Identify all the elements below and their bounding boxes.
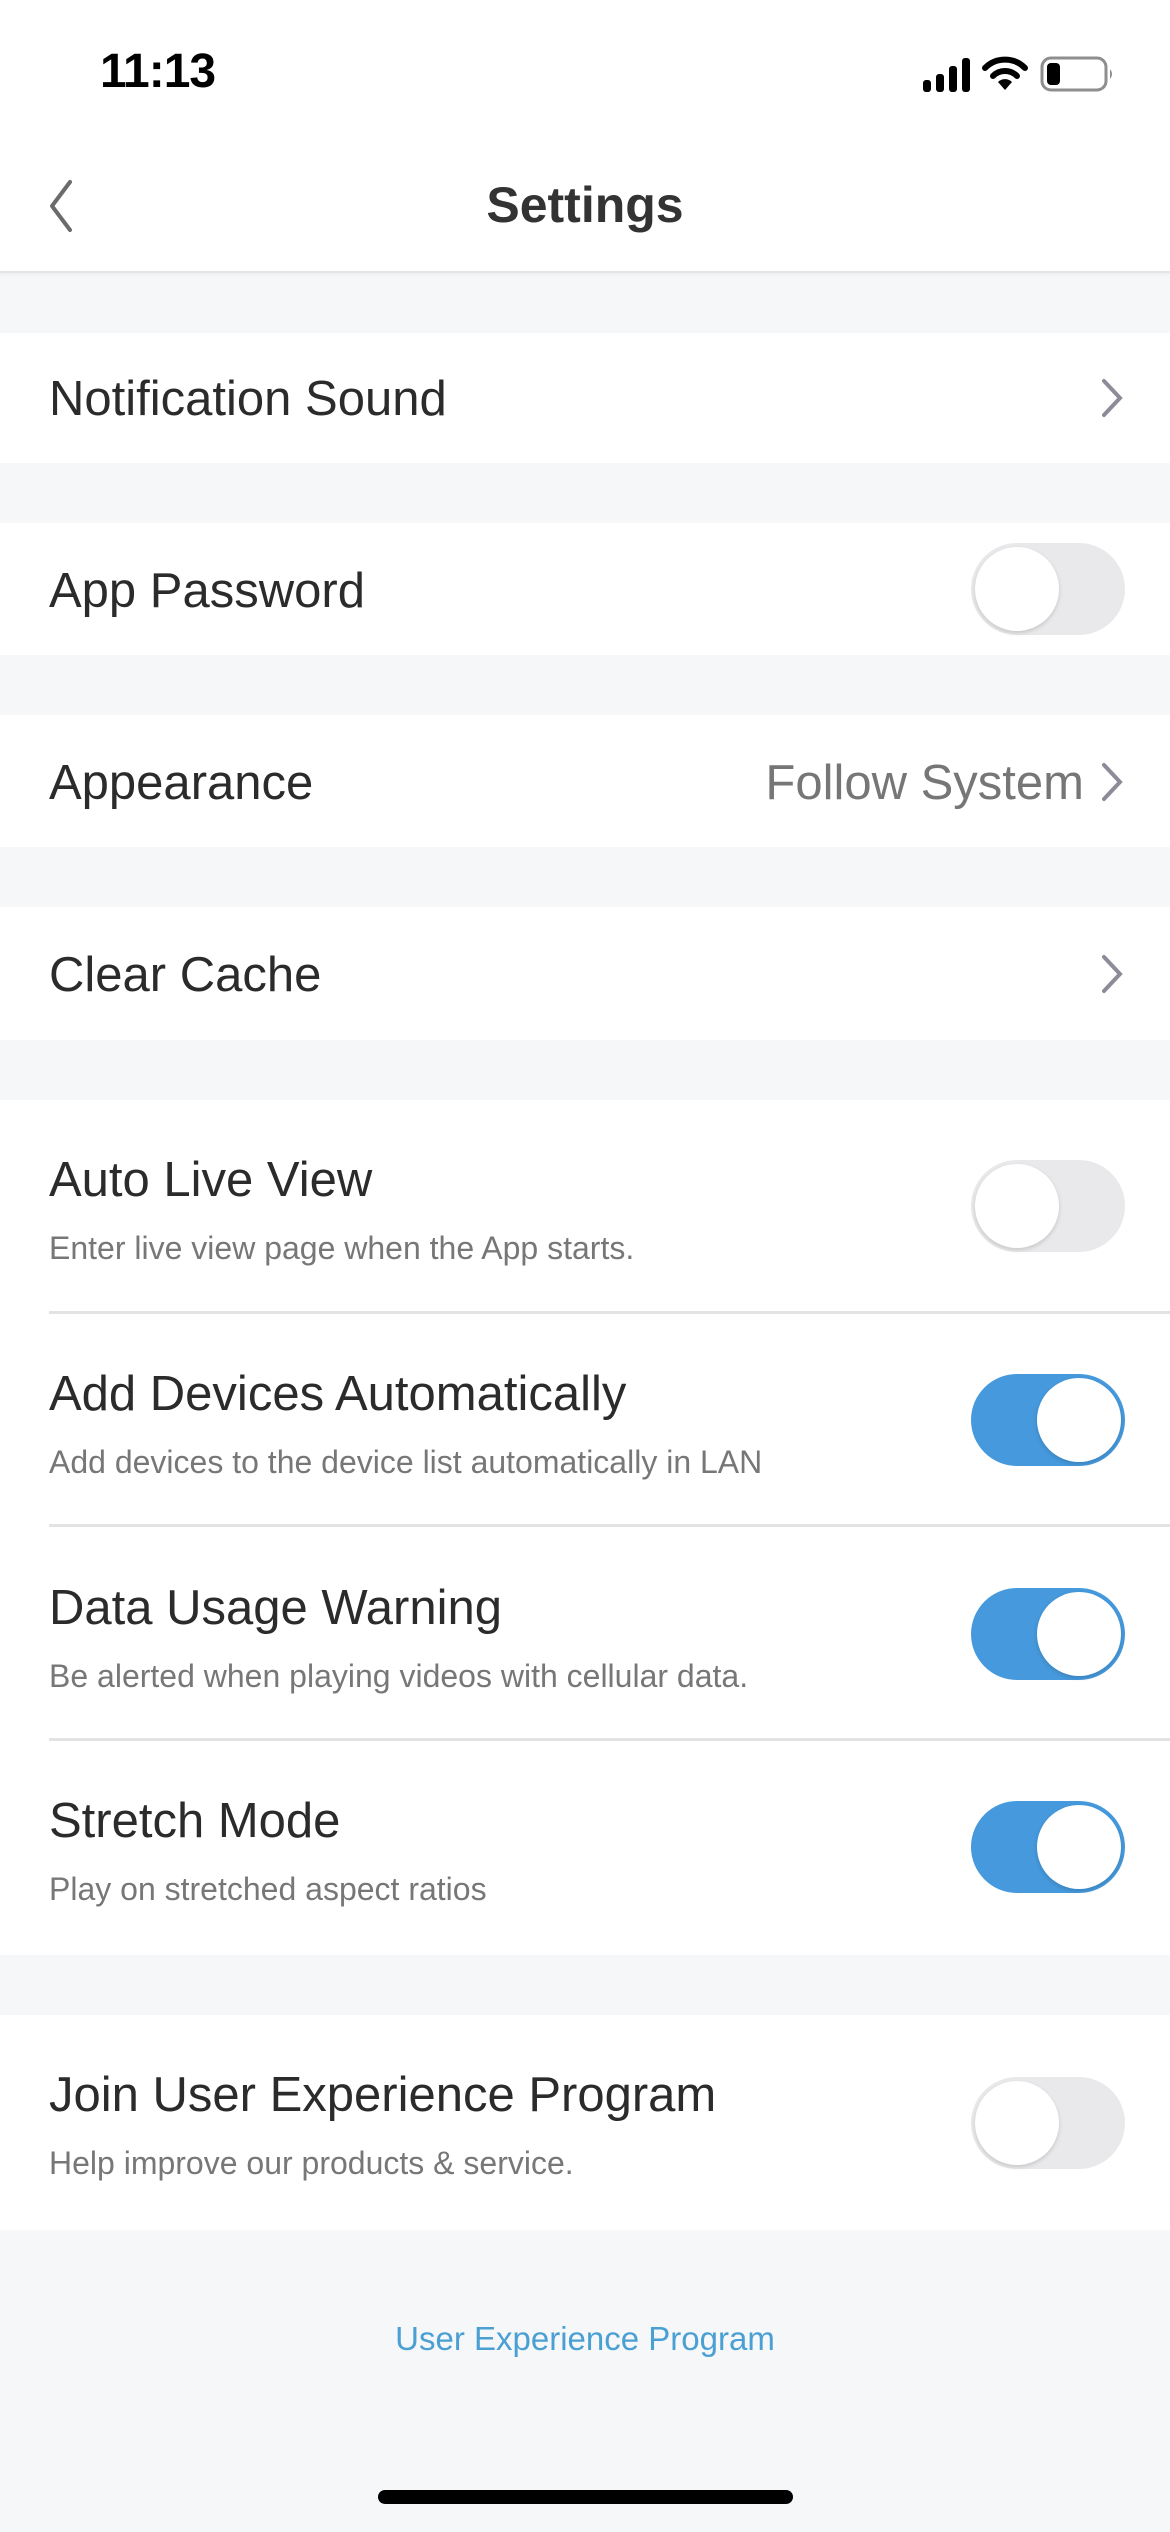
chevron-right-icon xyxy=(1102,763,1123,801)
app-password-toggle[interactable] xyxy=(971,543,1125,635)
row-label: App Password xyxy=(49,564,365,618)
toggle-knob xyxy=(975,547,1059,631)
settings-group-features: Auto Live View Enter live view page when… xyxy=(0,1100,1170,1955)
add-devices-automatically-toggle[interactable] xyxy=(971,1374,1125,1466)
chevron-right-icon xyxy=(1102,955,1123,993)
join-user-experience-program-toggle[interactable] xyxy=(971,2077,1125,2169)
chevron-right-icon xyxy=(1102,379,1123,417)
row-label: Data Usage Warning xyxy=(49,1581,503,1635)
nav-bar: Settings xyxy=(0,140,1170,273)
stretch-mode-toggle[interactable] xyxy=(971,1801,1125,1893)
setting-row-app-password: App Password xyxy=(0,523,1170,655)
row-label: Join User Experience Program xyxy=(49,2068,717,2122)
page-title: Settings xyxy=(486,177,684,233)
toggle-knob xyxy=(975,1164,1059,1248)
setting-row-clear-cache[interactable]: Clear Cache xyxy=(0,907,1170,1040)
home-indicator[interactable] xyxy=(378,2490,793,2504)
row-subtitle: Add devices to the device list automatic… xyxy=(49,1444,763,1480)
toggle-knob xyxy=(1037,1805,1121,1889)
row-label: Appearance xyxy=(49,756,314,810)
divider xyxy=(49,1738,1170,1741)
row-subtitle: Enter live view page when the App starts… xyxy=(49,1230,635,1266)
divider xyxy=(49,1311,1170,1314)
cellular-signal-icon xyxy=(923,56,970,92)
divider xyxy=(49,1524,1170,1527)
status-time: 11:13 xyxy=(100,45,216,98)
setting-row-appearance[interactable]: Appearance Follow System xyxy=(0,715,1170,847)
row-label: Clear Cache xyxy=(49,948,322,1002)
row-subtitle: Play on stretched aspect ratios xyxy=(49,1871,487,1907)
row-subtitle: Help improve our products & service. xyxy=(49,2145,574,2181)
row-label: Stretch Mode xyxy=(49,1794,341,1848)
row-subtitle: Be alerted when playing videos with cell… xyxy=(49,1658,749,1694)
row-label: Add Devices Automatically xyxy=(49,1367,627,1421)
toggle-knob xyxy=(1037,1592,1121,1676)
setting-row-join-user-experience-program: Join User Experience Program Help improv… xyxy=(0,2015,1170,2230)
user-experience-program-link[interactable]: User Experience Program xyxy=(0,2320,1170,2358)
battery-icon xyxy=(1040,55,1116,93)
status-icons xyxy=(923,52,1116,96)
data-usage-warning-toggle[interactable] xyxy=(971,1588,1125,1680)
toggle-knob xyxy=(1037,1378,1121,1462)
toggle-knob xyxy=(975,2081,1059,2165)
row-label: Auto Live View xyxy=(49,1153,373,1207)
row-label: Notification Sound xyxy=(49,372,447,426)
auto-live-view-toggle[interactable] xyxy=(971,1160,1125,1252)
wifi-icon xyxy=(982,56,1028,92)
status-bar: 11:13 xyxy=(0,0,1170,140)
appearance-value: Follow System xyxy=(765,756,1084,810)
setting-row-notification-sound[interactable]: Notification Sound xyxy=(0,333,1170,463)
